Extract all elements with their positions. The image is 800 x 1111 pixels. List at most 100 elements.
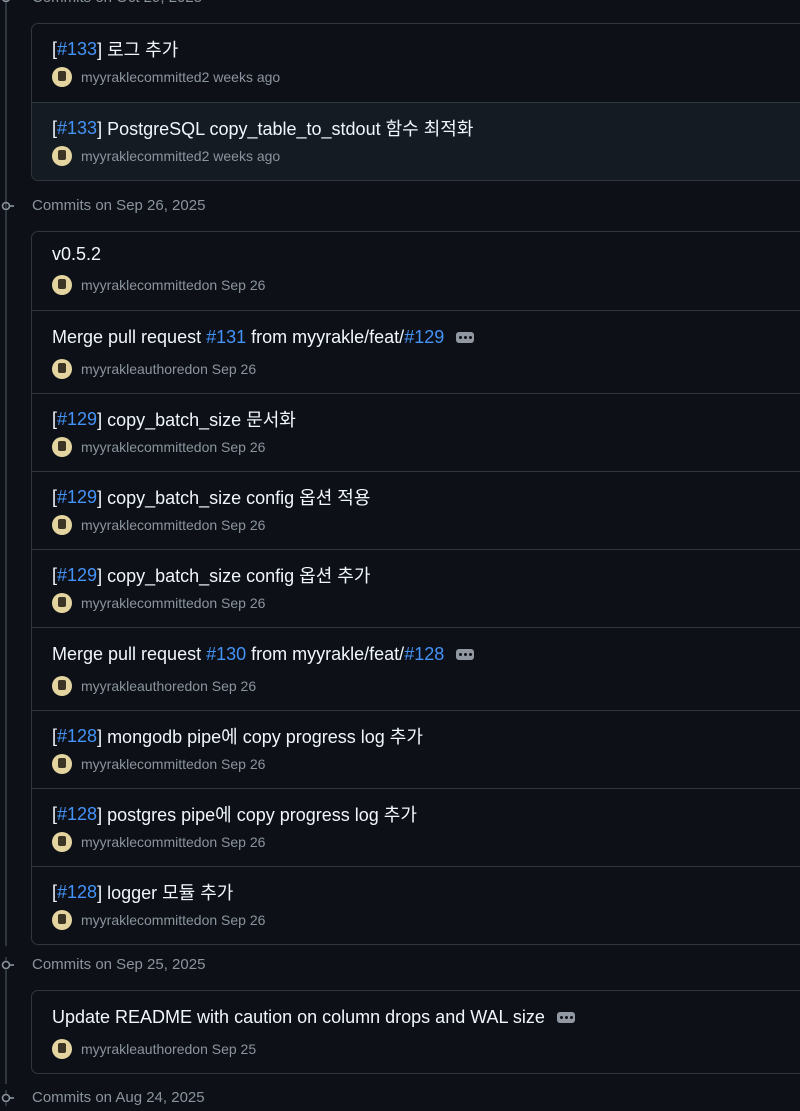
commit-action: committed: [137, 148, 202, 164]
commit-row[interactable]: [#129] copy_batch_size config 옵션 적용 myyra…: [32, 471, 800, 549]
commit-title-text: ] PostgreSQL copy_table_to_stdout 함수 최적화: [97, 119, 474, 139]
commit-time: on Sep 26: [201, 439, 266, 455]
avatar[interactable]: [52, 910, 72, 930]
commit-row[interactable]: [#129] copy_batch_size 문서화 myyrakle commi…: [32, 393, 800, 471]
author-name[interactable]: myyrakle: [81, 912, 137, 928]
commit-title[interactable]: [#133] PostgreSQL copy_table_to_stdout 함…: [52, 115, 473, 141]
issue-ref-link[interactable]: #128: [57, 882, 97, 903]
avatar[interactable]: [52, 515, 72, 535]
issue-ref-link[interactable]: #130: [206, 644, 246, 665]
author-name[interactable]: myyrakle: [81, 361, 137, 377]
issue-ref-link[interactable]: #128: [57, 804, 97, 825]
issue-ref-link[interactable]: #129: [57, 565, 97, 586]
commit-row[interactable]: Merge pull request #131 from myyrakle/fe…: [32, 310, 800, 393]
author-name[interactable]: myyrakle: [81, 595, 137, 611]
issue-ref-link[interactable]: #129: [404, 327, 444, 348]
commit-action: committed: [137, 277, 202, 293]
commit-time: on Sep 26: [201, 277, 266, 293]
commit-action: authored: [137, 1041, 193, 1057]
commit-action: authored: [137, 361, 193, 377]
avatar[interactable]: [52, 67, 72, 87]
author-name[interactable]: myyrakle: [81, 439, 137, 455]
avatar[interactable]: [52, 832, 72, 852]
commit-row[interactable]: [#128] postgres pipe에 copy progress log …: [32, 788, 800, 866]
commit-node-icon: [0, 198, 14, 214]
commit-group-label: Commits on Sep 26, 2025: [32, 197, 206, 214]
avatar[interactable]: [52, 593, 72, 613]
commit-time: on Sep 26: [192, 361, 257, 377]
commit-action: committed: [137, 69, 202, 85]
commit-title-text: ] copy_batch_size config 옵션 적용: [97, 488, 371, 508]
commit-time: on Sep 26: [201, 834, 266, 850]
commit-title[interactable]: [#129] copy_batch_size 문서화: [52, 406, 296, 432]
commit-action: committed: [137, 595, 202, 611]
commit-title[interactable]: [#128] postgres pipe에 copy progress log …: [52, 801, 417, 827]
avatar[interactable]: [52, 754, 72, 774]
issue-ref-link[interactable]: #133: [57, 118, 97, 139]
commit-title[interactable]: [#128] logger 모듈 추가: [52, 879, 233, 905]
issue-ref-link[interactable]: #128: [57, 726, 97, 747]
issue-ref-link[interactable]: #128: [404, 644, 444, 665]
author-name[interactable]: myyrakle: [81, 756, 137, 772]
issue-ref-link[interactable]: #133: [57, 39, 97, 60]
commit-title-text: from myyrakle/feat/: [246, 644, 405, 664]
commit-time: on Sep 26: [192, 678, 257, 694]
commit-row[interactable]: [#133] 로그 추가 myyrakle committed 2 weeks a…: [32, 24, 800, 102]
commit-meta: myyrakle committed on Sep 26: [52, 275, 265, 295]
commit-title[interactable]: v0.5.2: [52, 244, 101, 265]
commit-action: committed: [137, 912, 202, 928]
commit-title[interactable]: Update README with caution on column dro…: [52, 1007, 575, 1028]
commit-meta: myyrakle committed on Sep 26: [52, 593, 265, 613]
commit-title-text: ] mongodb pipe에 copy progress log 추가: [97, 727, 423, 747]
commit-title[interactable]: [#129] copy_batch_size config 옵션 적용: [52, 484, 370, 510]
avatar[interactable]: [52, 1039, 72, 1059]
avatar[interactable]: [52, 437, 72, 457]
commit-title[interactable]: [#128] mongodb pipe에 copy progress log 추…: [52, 723, 423, 749]
issue-ref-link[interactable]: #129: [57, 409, 97, 430]
author-name[interactable]: myyrakle: [81, 1041, 137, 1057]
commit-title[interactable]: [#129] copy_batch_size config 옵션 추가: [52, 562, 370, 588]
commit-time: on Sep 26: [201, 517, 266, 533]
commit-row[interactable]: v0.5.2 myyrakle committed on Sep 26: [32, 232, 800, 310]
author-name[interactable]: myyrakle: [81, 277, 137, 293]
avatar[interactable]: [52, 676, 72, 696]
author-name[interactable]: myyrakle: [81, 69, 137, 85]
commit-action: committed: [137, 439, 202, 455]
commit-meta: myyrakle authored on Sep 26: [52, 676, 256, 696]
commit-node-icon: [0, 0, 14, 6]
issue-ref-link[interactable]: #129: [57, 487, 97, 508]
commit-row[interactable]: Update README with caution on column dro…: [32, 991, 800, 1073]
commit-meta: myyrakle authored on Sep 26: [52, 359, 256, 379]
commit-row[interactable]: Merge pull request #130 from myyrakle/fe…: [32, 627, 800, 710]
commit-time: on Sep 26: [201, 756, 266, 772]
commit-row[interactable]: [#129] copy_batch_size config 옵션 추가 myyra…: [32, 549, 800, 627]
commit-title[interactable]: Merge pull request #130 from myyrakle/fe…: [52, 644, 475, 665]
author-name[interactable]: myyrakle: [81, 834, 137, 850]
commit-title[interactable]: [#133] 로그 추가: [52, 36, 178, 62]
commit-meta: myyrakle committed 2 weeks ago: [52, 146, 280, 166]
author-name[interactable]: myyrakle: [81, 678, 137, 694]
commit-title-text: Merge pull request: [52, 644, 207, 664]
commit-group-label: Commits on Sep 25, 2025: [32, 956, 206, 973]
commit-row[interactable]: [#133] PostgreSQL copy_table_to_stdout 함…: [32, 102, 800, 180]
avatar[interactable]: [52, 275, 72, 295]
commit-title-text: ] postgres pipe에 copy progress log 추가: [97, 805, 417, 825]
timeline-line: [5, 972, 7, 1084]
ellipsis-expand-button[interactable]: [456, 649, 475, 660]
commit-title[interactable]: Merge pull request #131 from myyrakle/fe…: [52, 327, 475, 348]
avatar[interactable]: [52, 146, 72, 166]
commit-time: on Sep 26: [201, 595, 266, 611]
commit-title-text: Merge pull request: [52, 327, 207, 347]
issue-ref-link[interactable]: #131: [206, 327, 246, 348]
avatar[interactable]: [52, 359, 72, 379]
author-name[interactable]: myyrakle: [81, 148, 137, 164]
commit-meta: myyrakle committed on Sep 26: [52, 910, 265, 930]
timeline-line: [5, 0, 7, 946]
ellipsis-expand-button[interactable]: [456, 332, 475, 343]
ellipsis-expand-button[interactable]: [556, 1012, 575, 1023]
commit-meta: myyrakle committed on Sep 26: [52, 832, 265, 852]
author-name[interactable]: myyrakle: [81, 517, 137, 533]
commit-row[interactable]: [#128] mongodb pipe에 copy progress log 추…: [32, 710, 800, 788]
commit-action: committed: [137, 834, 202, 850]
commit-row[interactable]: [#128] logger 모듈 추가 myyrakle committed on…: [32, 866, 800, 944]
